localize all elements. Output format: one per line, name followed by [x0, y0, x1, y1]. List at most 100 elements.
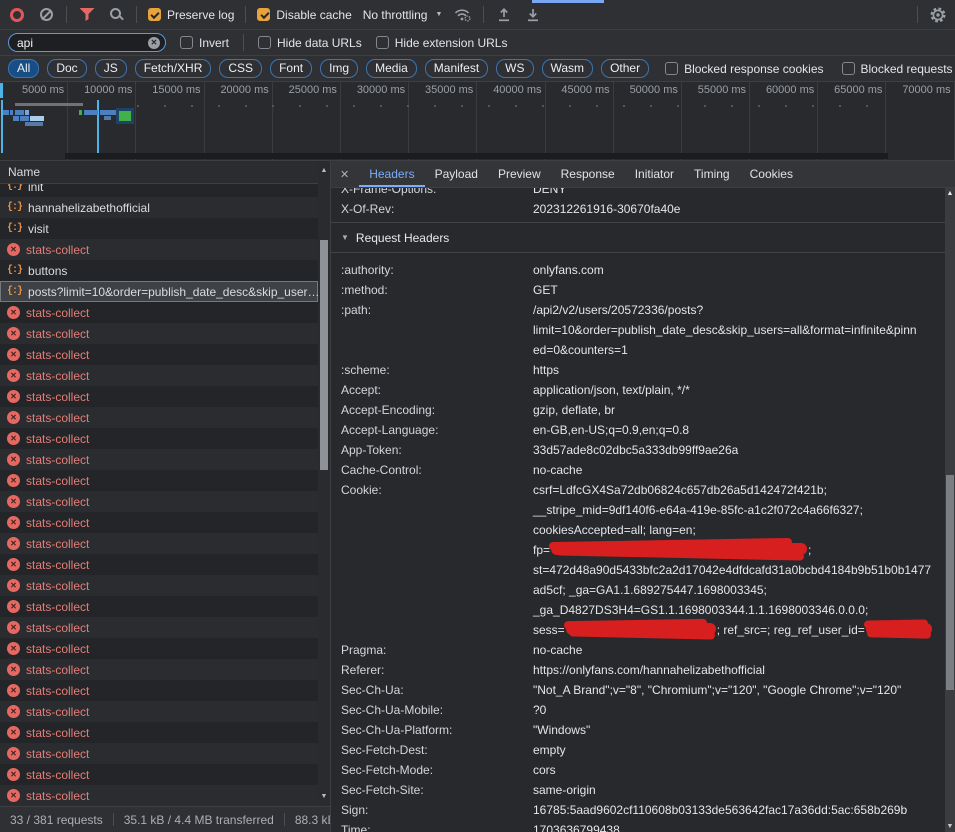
filter-chip-media[interactable]: Media — [366, 59, 417, 78]
filter-chip-manifest[interactable]: Manifest — [425, 59, 488, 78]
preserve-log-checkbox-box[interactable] — [148, 8, 161, 21]
requests-scrollbar-thumb[interactable] — [320, 240, 328, 470]
request-row[interactable]: ✕stats-collect — [0, 470, 318, 491]
filter-chip-other[interactable]: Other — [601, 59, 649, 78]
request-headers-section-header[interactable]: ▼ Request Headers — [331, 222, 945, 253]
request-row[interactable]: ✕stats-collect — [0, 512, 318, 533]
tab-initiator[interactable]: Initiator — [625, 162, 684, 187]
scroll-up-icon[interactable]: ▲ — [945, 190, 955, 197]
request-row[interactable]: ✕stats-collect — [0, 701, 318, 722]
disable-cache-checkbox-box[interactable] — [257, 8, 270, 21]
request-name: stats-collect — [26, 411, 89, 425]
filter-toggle-button[interactable] — [78, 5, 96, 25]
tab-preview[interactable]: Preview — [488, 162, 551, 187]
request-row[interactable]: ✕stats-collect — [0, 323, 318, 344]
request-row[interactable]: {:}posts?limit=10&order=publish_date_des… — [0, 281, 318, 302]
clear-filter-icon[interactable]: ✕ — [148, 37, 160, 49]
request-row[interactable]: ✕stats-collect — [0, 407, 318, 428]
filter-chip-ws[interactable]: WS — [496, 59, 533, 78]
name-column-header[interactable]: Name — [0, 161, 330, 184]
filter-chip-js[interactable]: JS — [95, 59, 127, 78]
close-details-button[interactable]: ✕ — [331, 168, 359, 181]
details-scrollbar[interactable]: ▲ ▼ — [945, 188, 955, 832]
filter-chip-doc[interactable]: Doc — [47, 59, 86, 78]
request-row[interactable]: ✕stats-collect — [0, 680, 318, 701]
filter-input[interactable]: api ✕ — [8, 33, 166, 52]
request-row[interactable]: ✕stats-collect — [0, 575, 318, 596]
filter-checkbox-blocked-requests[interactable]: Blocked requests — [842, 62, 953, 76]
header-value-line: ad5cf; _ga=GA1.1.689275447.1698003345; — [533, 580, 945, 600]
hide-data-urls-checkbox-box[interactable] — [258, 36, 271, 49]
tab-cookies[interactable]: Cookies — [740, 162, 803, 187]
request-row[interactable]: ✕stats-collect — [0, 428, 318, 449]
clear-button[interactable] — [37, 5, 55, 25]
request-name: stats-collect — [26, 642, 89, 656]
request-row[interactable]: ✕stats-collect — [0, 239, 318, 260]
search-button[interactable] — [107, 5, 125, 25]
blocked-requests-box[interactable] — [842, 62, 855, 75]
hide-data-urls-checkbox[interactable]: Hide data URLs — [258, 36, 362, 50]
request-row[interactable]: {:}buttons — [0, 260, 318, 281]
request-row[interactable]: ✕stats-collect — [0, 785, 318, 806]
request-row[interactable]: ✕stats-collect — [0, 365, 318, 386]
import-har-button[interactable] — [495, 5, 513, 25]
request-name: stats-collect — [26, 558, 89, 572]
header-value-line: empty — [533, 740, 945, 760]
scroll-up-icon[interactable]: ▲ — [318, 167, 330, 174]
details-scrollbar-thumb[interactable] — [946, 475, 954, 690]
filter-chip-all[interactable]: All — [8, 59, 39, 78]
scroll-down-icon[interactable]: ▼ — [318, 793, 330, 800]
error-icon: ✕ — [7, 558, 20, 571]
request-row[interactable]: ✕stats-collect — [0, 764, 318, 785]
request-row[interactable]: ✕stats-collect — [0, 722, 318, 743]
invert-checkbox[interactable]: Invert — [180, 36, 229, 50]
request-row[interactable]: {:}visit — [0, 218, 318, 239]
request-row[interactable]: ✕ stats-collect — [0, 554, 318, 575]
filter-chip-css[interactable]: CSS — [219, 59, 262, 78]
filter-chip-fetch-xhr[interactable]: Fetch/XHR — [135, 59, 212, 78]
scroll-down-icon[interactable]: ▼ — [945, 823, 955, 830]
throttling-dropdown[interactable]: No throttling ▼ — [363, 8, 443, 22]
hide-extension-urls-checkbox-box[interactable] — [376, 36, 389, 49]
filter-chip-font[interactable]: Font — [270, 59, 312, 78]
preserve-log-checkbox[interactable]: Preserve log — [148, 8, 234, 22]
request-row[interactable]: {:}init — [0, 184, 318, 197]
tab-timing[interactable]: Timing — [684, 162, 740, 187]
overview-selection-handle[interactable] — [0, 83, 3, 98]
request-row[interactable]: ✕stats-collect — [0, 386, 318, 407]
request-name: stats-collect — [26, 369, 89, 383]
error-icon: ✕ — [7, 474, 20, 487]
request-row[interactable]: ✕stats-collect — [0, 743, 318, 764]
filter-checkbox-blocked-response-cookies[interactable]: Blocked response cookies — [665, 62, 823, 76]
request-row[interactable]: ✕stats-collect — [0, 596, 318, 617]
header-value: gzip, deflate, br — [533, 400, 945, 420]
tab-response[interactable]: Response — [551, 162, 625, 187]
export-har-button[interactable] — [524, 5, 542, 25]
invert-checkbox-box[interactable] — [180, 36, 193, 49]
tab-payload[interactable]: Payload — [425, 162, 488, 187]
disable-cache-checkbox[interactable]: Disable cache — [257, 8, 351, 22]
settings-button[interactable] — [929, 5, 947, 25]
request-row[interactable]: ✕stats-collect — [0, 617, 318, 638]
request-row[interactable]: {:}hannahelizabethofficial — [0, 197, 318, 218]
tab-headers[interactable]: Headers — [359, 162, 424, 187]
requests-scrollbar[interactable]: ▲ ▼ — [318, 161, 330, 806]
blocked-response-cookies-box[interactable] — [665, 62, 678, 75]
request-row[interactable]: ✕stats-collect — [0, 449, 318, 470]
request-row[interactable]: ✕stats-collect — [0, 491, 318, 512]
header-name: X-Frame-Options: — [341, 188, 533, 199]
request-row-content: ✕stats-collect — [0, 785, 318, 806]
hide-extension-urls-checkbox-label: Hide extension URLs — [395, 36, 508, 50]
request-row[interactable]: ✕stats-collect — [0, 533, 318, 554]
request-row[interactable]: ✕stats-collect — [0, 638, 318, 659]
filter-chip-img[interactable]: Img — [320, 59, 358, 78]
record-button[interactable] — [8, 5, 26, 25]
network-conditions-button[interactable] — [453, 5, 472, 25]
hide-extension-urls-checkbox[interactable]: Hide extension URLs — [376, 36, 508, 50]
request-row[interactable]: ✕stats-collect — [0, 659, 318, 680]
request-row[interactable]: ✕stats-collect — [0, 344, 318, 365]
header-row: Sec-Ch-Ua-Platform:"Windows" — [341, 720, 945, 740]
request-row[interactable]: ✕stats-collect — [0, 302, 318, 323]
network-overview[interactable]: 5000 ms10000 ms15000 ms20000 ms25000 ms3… — [0, 82, 955, 161]
filter-chip-wasm[interactable]: Wasm — [542, 59, 594, 78]
